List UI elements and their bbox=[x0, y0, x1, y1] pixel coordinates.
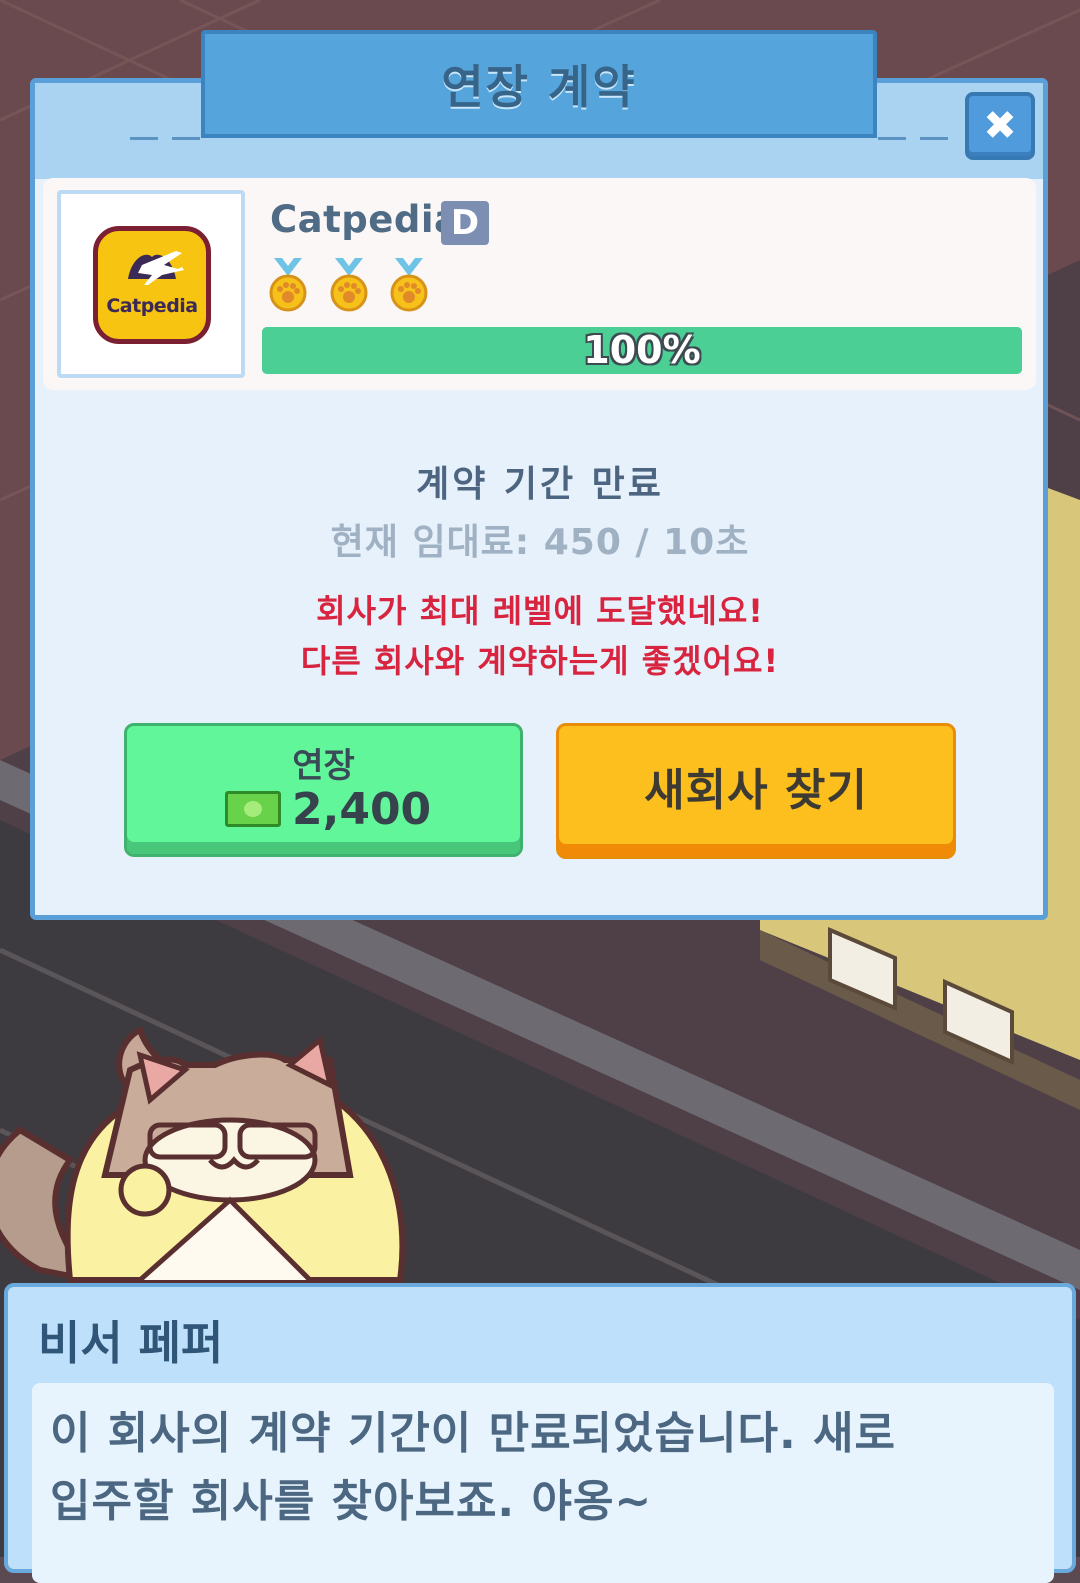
dialog-line: 이 회사의 계약 기간이 만료되었습니다. 새로 bbox=[50, 1408, 896, 1459]
dialog-box[interactable]: 비서 페퍼 이 회사의 계약 기간이 만료되었습니다. 새로 입주할 회사를 찾… bbox=[4, 1283, 1076, 1583]
progress-label: 100% bbox=[583, 328, 701, 372]
title-divider bbox=[172, 137, 200, 140]
paw-medal-icon bbox=[390, 258, 428, 312]
dialog-line: 입주할 회사를 찾아보죠. 야옹~ bbox=[50, 1476, 653, 1527]
modal-title: 연장 계약 bbox=[441, 60, 637, 114]
modal-title-tab: 연장 계약 bbox=[201, 30, 877, 138]
company-name: Catpedia bbox=[270, 198, 460, 241]
close-button[interactable]: ✖ bbox=[965, 92, 1035, 160]
renew-button-label: 연장 bbox=[292, 746, 355, 786]
progress-bar: 100% bbox=[262, 327, 1022, 374]
airplane-icon bbox=[128, 251, 184, 285]
company-logo: Catpedia bbox=[93, 226, 211, 344]
cash-icon bbox=[225, 791, 281, 827]
find-new-company-label: 새회사 찾기 bbox=[644, 765, 868, 816]
find-new-company-button[interactable]: 새회사 찾기 bbox=[556, 723, 956, 859]
warning-line: 회사가 최대 레벨에 도달했네요! bbox=[316, 592, 764, 630]
title-divider bbox=[130, 137, 158, 140]
title-divider bbox=[920, 137, 948, 140]
title-divider bbox=[878, 137, 906, 140]
logo-text: Catpedia bbox=[106, 295, 198, 317]
warning-line: 다른 회사와 계약하는게 좋겠어요! bbox=[300, 642, 780, 680]
paw-medal-icon bbox=[269, 258, 307, 312]
grade-badge: D bbox=[441, 201, 489, 245]
paw-medal-icon bbox=[330, 258, 368, 312]
renew-button[interactable]: 연장 2,400 bbox=[124, 723, 523, 857]
close-icon: ✖ bbox=[983, 103, 1017, 149]
company-logo-frame: Catpedia bbox=[57, 190, 245, 378]
dialog-body: 이 회사의 계약 기간이 만료되었습니다. 새로 입주할 회사를 찾아보죠. 야… bbox=[32, 1383, 1054, 1583]
renew-price: 2,400 bbox=[292, 784, 432, 835]
current-rent: 현재 임대료: 450 / 10초 bbox=[330, 522, 750, 563]
speaker-name: 비서 페퍼 bbox=[38, 1316, 224, 1370]
contract-status: 계약 기간 만료 bbox=[416, 464, 664, 505]
